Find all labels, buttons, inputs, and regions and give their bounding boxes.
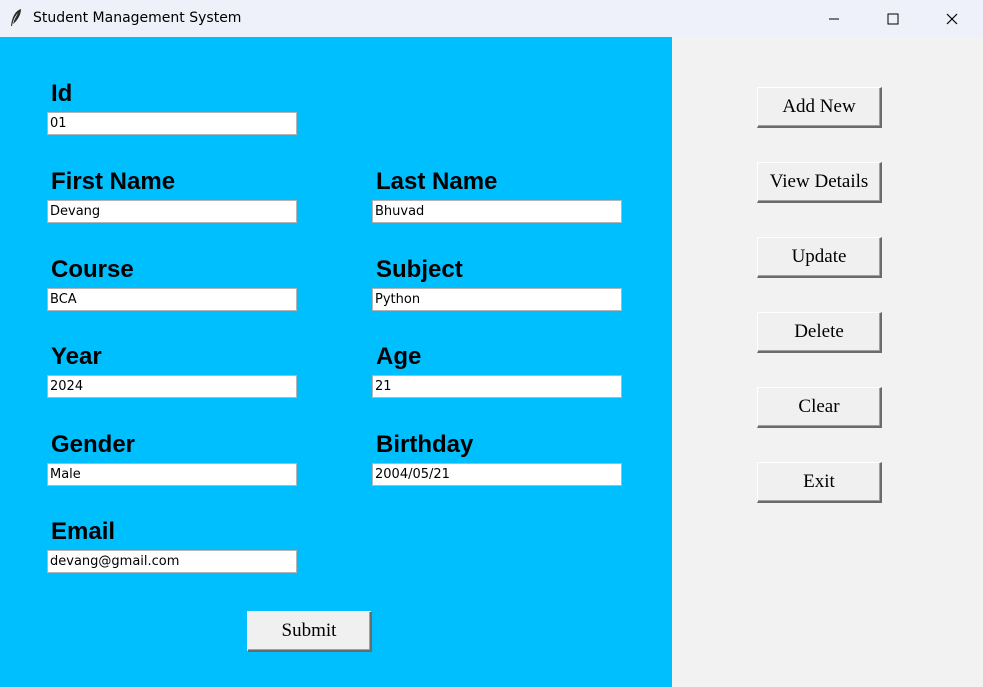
close-button[interactable] bbox=[927, 0, 977, 37]
last-name-input[interactable] bbox=[372, 200, 622, 223]
student-form-panel: Id First Name Last Name Course Subject Y… bbox=[0, 37, 672, 687]
clear-button[interactable]: Clear bbox=[757, 387, 882, 428]
maximize-icon bbox=[887, 13, 899, 25]
add-new-button[interactable]: Add New bbox=[757, 87, 882, 128]
first-name-input[interactable] bbox=[47, 200, 297, 223]
email-label: Email bbox=[51, 518, 116, 545]
delete-button[interactable]: Delete bbox=[757, 312, 882, 353]
title-bar: Student Management System bbox=[0, 0, 983, 37]
birthday-label: Birthday bbox=[376, 431, 474, 458]
submit-button[interactable]: Submit bbox=[247, 611, 372, 652]
birthday-input[interactable] bbox=[372, 463, 622, 486]
window-title: Student Management System bbox=[33, 10, 242, 26]
id-label: Id bbox=[51, 80, 73, 107]
actions-panel: Add New View Details Update Delete Clear… bbox=[672, 37, 983, 687]
minimize-button[interactable] bbox=[809, 0, 859, 37]
email-input[interactable] bbox=[47, 550, 297, 573]
view-details-button[interactable]: View Details bbox=[757, 162, 882, 203]
update-button[interactable]: Update bbox=[757, 237, 882, 278]
feather-icon bbox=[9, 8, 23, 28]
close-icon bbox=[946, 13, 958, 25]
course-input[interactable] bbox=[47, 288, 297, 311]
first-name-label: First Name bbox=[51, 168, 176, 195]
id-input[interactable] bbox=[47, 112, 297, 135]
year-input[interactable] bbox=[47, 375, 297, 398]
age-label: Age bbox=[376, 343, 422, 370]
gender-input[interactable] bbox=[47, 463, 297, 486]
age-input[interactable] bbox=[372, 375, 622, 398]
subject-label: Subject bbox=[376, 256, 463, 283]
gender-label: Gender bbox=[51, 431, 136, 458]
exit-button[interactable]: Exit bbox=[757, 462, 882, 503]
subject-input[interactable] bbox=[372, 288, 622, 311]
minimize-icon bbox=[828, 13, 840, 25]
year-label: Year bbox=[51, 343, 102, 370]
course-label: Course bbox=[51, 256, 134, 283]
last-name-label: Last Name bbox=[376, 168, 498, 195]
maximize-button[interactable] bbox=[868, 0, 918, 37]
